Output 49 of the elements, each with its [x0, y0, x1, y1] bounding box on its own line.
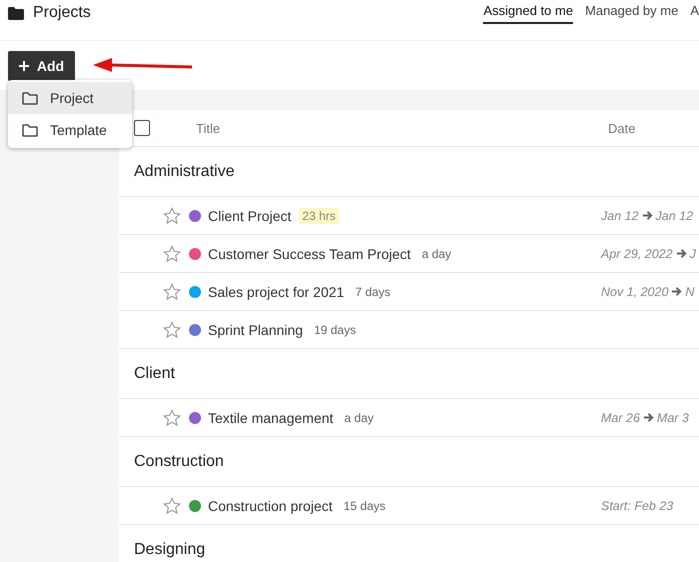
- star-icon[interactable]: [163, 408, 181, 426]
- star-icon[interactable]: [163, 282, 181, 300]
- group-heading: Client: [134, 364, 175, 382]
- tab[interactable]: A: [690, 3, 699, 24]
- column-header[interactable]: Title: [196, 120, 220, 136]
- star-icon[interactable]: [163, 206, 181, 224]
- tab[interactable]: Assigned to me: [483, 3, 574, 24]
- age-label: 23 hrs: [299, 208, 339, 224]
- start-date: Start: Feb 23: [601, 498, 674, 512]
- start-date: Apr 29, 2022: [601, 246, 673, 260]
- start-date: Nov 1, 2020: [601, 284, 668, 298]
- end-date: J: [690, 246, 696, 260]
- age-label: 7 days: [354, 284, 392, 300]
- end-date: Mar 3: [656, 410, 689, 424]
- project-title[interactable]: Textile management: [208, 410, 334, 426]
- start-date: Mar 26: [601, 410, 640, 424]
- age-label: 19 days: [312, 322, 357, 338]
- folder-icon: [22, 124, 38, 136]
- start-date: Jan 12: [601, 208, 639, 222]
- star-icon[interactable]: [163, 496, 181, 514]
- column-header[interactable]: Date: [608, 120, 636, 136]
- star-icon[interactable]: [163, 244, 181, 262]
- arrow-right-icon: [642, 412, 654, 423]
- menu-item[interactable]: Project: [8, 82, 132, 114]
- group-heading: Construction: [134, 452, 224, 470]
- tab[interactable]: Managed by me: [585, 3, 678, 24]
- plus-icon: [18, 60, 29, 70]
- age-label: a day: [343, 410, 375, 426]
- project-title[interactable]: Construction project: [208, 498, 333, 514]
- page-title: Projects: [33, 4, 92, 22]
- arrow-right-icon: [642, 210, 653, 221]
- project-title[interactable]: Client Project: [208, 208, 292, 224]
- folder-icon: [22, 92, 38, 104]
- group-heading: Administrative: [134, 162, 234, 180]
- select-all-checkbox[interactable]: [134, 120, 150, 136]
- star-icon[interactable]: [163, 320, 181, 338]
- arrow-right-icon: [676, 248, 687, 259]
- age-label: a day: [420, 246, 452, 262]
- add-button[interactable]: Add: [8, 50, 75, 80]
- age-label: 15 days: [342, 498, 387, 514]
- group-heading: Designing: [134, 540, 206, 558]
- arrow-right-icon: [671, 286, 682, 297]
- menu-item[interactable]: Template: [8, 114, 132, 146]
- project-title[interactable]: Sales project for 2021: [208, 284, 344, 300]
- project-title[interactable]: Customer Success Team Project: [208, 246, 411, 262]
- end-date: Jan 12: [656, 208, 694, 222]
- end-date: N: [685, 284, 694, 298]
- folder-icon: [8, 6, 24, 20]
- project-title[interactable]: Sprint Planning: [208, 322, 303, 338]
